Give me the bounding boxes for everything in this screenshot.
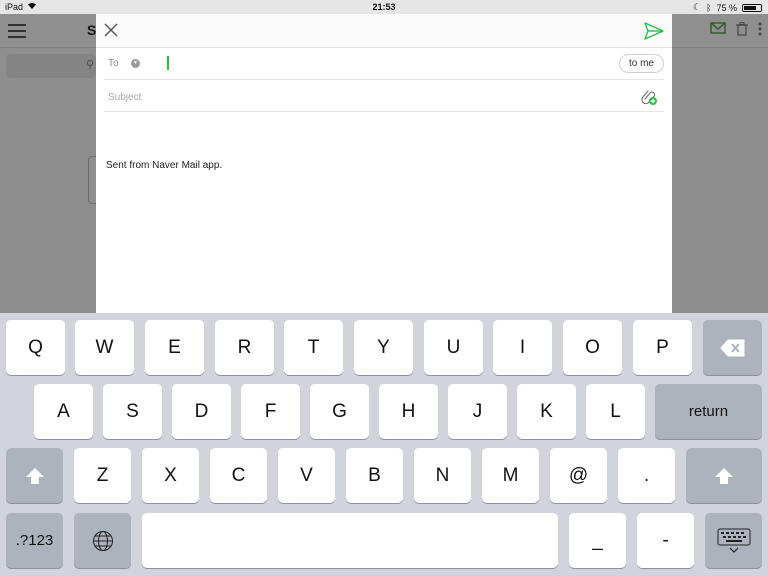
key-b[interactable]: B (346, 448, 403, 503)
key-z[interactable]: Z (74, 448, 131, 503)
key-m[interactable]: M (482, 448, 539, 503)
key-t[interactable]: T (284, 320, 343, 375)
text-cursor (167, 56, 169, 70)
globe-key[interactable] (74, 513, 131, 568)
key-l[interactable]: L (586, 384, 645, 439)
send-icon[interactable] (644, 22, 664, 40)
key-n[interactable]: N (414, 448, 471, 503)
shift-icon (25, 467, 44, 484)
key-d[interactable]: D (172, 384, 231, 439)
subject-input[interactable] (108, 88, 608, 106)
bluetooth-icon: ᛒ (706, 2, 712, 13)
key-g[interactable]: G (310, 384, 369, 439)
compose-sheet: To ▾ to me Sent from Naver Mail app. (96, 14, 672, 314)
key-period[interactable]: . (618, 448, 675, 503)
to-me-button[interactable]: to me (618, 54, 664, 73)
battery-icon (742, 3, 762, 12)
key-r[interactable]: R (215, 320, 274, 375)
onscreen-keyboard: Q W E R T Y U I O P A S D F G H J K L re… (0, 313, 768, 576)
message-body[interactable]: Sent from Naver Mail app. (106, 160, 222, 171)
key-a[interactable]: A (34, 384, 93, 439)
shift-key-right[interactable] (686, 448, 762, 503)
backspace-icon (719, 339, 744, 356)
key-h[interactable]: H (379, 384, 438, 439)
shift-key-left[interactable] (6, 448, 63, 503)
key-i[interactable]: I (493, 320, 552, 375)
key-o[interactable]: O (563, 320, 622, 375)
key-x[interactable]: X (142, 448, 199, 503)
key-w[interactable]: W (75, 320, 134, 375)
key-p[interactable]: P (633, 320, 692, 375)
status-bar: iPad 21:53 ☾ ᛒ 75 % (0, 0, 768, 14)
status-indicators: ☾ ᛒ 75 % (693, 2, 762, 13)
globe-icon (92, 530, 113, 551)
backspace-key[interactable] (703, 320, 762, 375)
close-icon[interactable] (104, 23, 118, 37)
return-key[interactable]: return (655, 384, 762, 439)
key-k[interactable]: K (517, 384, 576, 439)
dismiss-keyboard-key[interactable] (705, 513, 762, 568)
attachment-add-icon[interactable] (640, 88, 658, 106)
key-u[interactable]: U (424, 320, 483, 375)
key-s[interactable]: S (103, 384, 162, 439)
status-time: 21:53 (372, 2, 396, 12)
key-j[interactable]: J (448, 384, 507, 439)
subject-field-row (104, 80, 664, 112)
to-input[interactable] (164, 55, 604, 73)
keyboard-hide-icon (717, 528, 750, 553)
to-field-row: To ▾ to me (104, 48, 664, 80)
moon-icon: ☾ (693, 2, 702, 12)
compose-header (96, 14, 672, 48)
key-dash[interactable]: - (637, 513, 694, 568)
key-c[interactable]: C (210, 448, 267, 503)
key-at[interactable]: @ (550, 448, 607, 503)
key-q[interactable]: Q (6, 320, 65, 375)
to-label: To (108, 58, 119, 69)
key-v[interactable]: V (278, 448, 335, 503)
key-e[interactable]: E (145, 320, 204, 375)
chevron-down-icon[interactable]: ▾ (131, 59, 140, 68)
shift-icon (715, 467, 733, 484)
battery-fill (744, 5, 756, 10)
key-f[interactable]: F (241, 384, 300, 439)
key-underscore[interactable]: _ (569, 513, 626, 568)
battery-percent: 75 % (716, 2, 737, 13)
numbers-key[interactable]: .?123 (6, 513, 63, 568)
space-key[interactable] (142, 513, 558, 568)
key-y[interactable]: Y (354, 320, 413, 375)
